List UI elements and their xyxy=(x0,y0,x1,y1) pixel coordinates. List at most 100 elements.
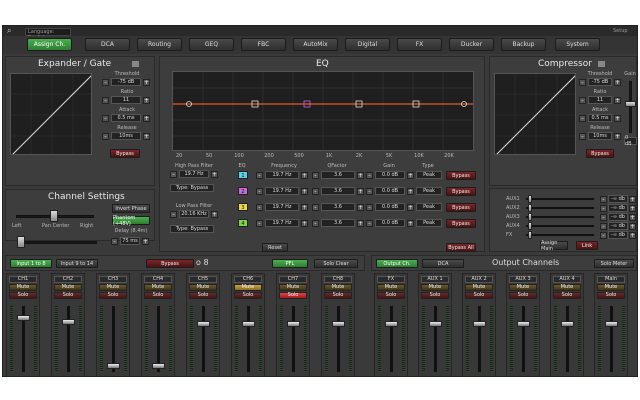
eq-band-gain-plus[interactable]: + xyxy=(407,172,414,179)
eq-band-freq-plus[interactable]: + xyxy=(301,220,308,227)
channel-mute-button[interactable]: Mute xyxy=(234,284,262,291)
delay-slider-thumb[interactable] xyxy=(17,236,25,248)
eq-band-q-plus[interactable]: + xyxy=(357,204,364,211)
nav-ducker-button[interactable]: Ducker xyxy=(449,38,494,51)
aux-send-plus[interactable]: + xyxy=(629,205,636,212)
nav-fx-button[interactable]: FX xyxy=(397,38,442,51)
eq-band-freq-minus[interactable]: - xyxy=(256,204,263,211)
channel-fader-track[interactable] xyxy=(337,306,340,372)
channel-fader-track[interactable] xyxy=(390,306,393,372)
eq-band-q-minus[interactable]: - xyxy=(312,204,319,211)
solo-clear-button[interactable]: Solo Clear xyxy=(314,259,358,268)
channel-fader-thumb[interactable] xyxy=(332,321,345,327)
channel-solo-button[interactable]: Solo xyxy=(553,292,581,299)
eq-band-gain-plus[interactable]: + xyxy=(407,220,414,227)
channel-fader-thumb[interactable] xyxy=(152,363,165,369)
eq-band-gain-field[interactable]: 0.0 dB xyxy=(375,219,405,227)
nav-dca-button[interactable]: DCA xyxy=(85,38,130,51)
channel-name-label[interactable]: AUX 2 xyxy=(465,276,493,283)
phantom-power-button[interactable]: Phantom (+48V) xyxy=(112,215,150,227)
nav-digital-button[interactable]: Digital xyxy=(345,38,390,51)
aux-send-minus[interactable]: - xyxy=(600,214,607,221)
aux-send-minus[interactable]: - xyxy=(600,223,607,230)
eq-band-freq-field[interactable]: 19.7 Hz xyxy=(265,187,299,195)
aux-send-slider-thumb[interactable] xyxy=(528,222,532,230)
exp-threshold-field[interactable]: -75 dB xyxy=(111,78,141,86)
exp-bypass-button[interactable]: Bypass xyxy=(110,149,140,158)
channel-mute-button[interactable]: Mute xyxy=(597,284,625,291)
aux-send-field[interactable]: -∞ db xyxy=(608,231,628,239)
lpf-type-select[interactable]: Type: Bypass xyxy=(170,225,214,233)
channel-solo-button[interactable]: Solo xyxy=(99,292,127,299)
link-button[interactable]: Link xyxy=(576,241,598,250)
comp-gain-slider-thumb[interactable] xyxy=(625,101,636,107)
channel-fader-thumb[interactable] xyxy=(62,319,75,326)
channel-solo-button[interactable]: Solo xyxy=(597,292,625,299)
channel-mute-button[interactable]: Mute xyxy=(324,284,352,291)
channel-name-label[interactable]: CH1 xyxy=(9,276,37,283)
invert-phase-button[interactable]: Invert Phase xyxy=(112,204,150,213)
exp-attack-field[interactable]: 0.5 ms xyxy=(111,114,141,122)
channel-solo-button[interactable]: Solo xyxy=(189,292,217,299)
channel-fader-track[interactable] xyxy=(522,306,525,372)
eq-band-freq-minus[interactable]: - xyxy=(256,188,263,195)
comp-release-plus[interactable]: + xyxy=(614,133,621,140)
tab-dca[interactable]: DCA xyxy=(422,259,464,268)
eq-band-freq-field[interactable]: 19.7 Hz xyxy=(265,203,299,211)
delay-plus[interactable]: + xyxy=(142,238,149,245)
comp-gain-field[interactable]: 0 dB xyxy=(624,135,637,147)
setup-label[interactable]: Setup xyxy=(613,28,628,36)
aux-send-field[interactable]: -∞ db xyxy=(608,195,628,203)
nav-geq-button[interactable]: GEQ xyxy=(189,38,234,51)
comp-ratio-field[interactable]: 11 xyxy=(588,96,612,104)
channel-fader-track[interactable] xyxy=(434,306,437,372)
aux-send-field[interactable]: -∞ db xyxy=(608,213,628,221)
comp-ratio-plus[interactable]: + xyxy=(614,97,621,104)
channel-fader-track[interactable] xyxy=(610,306,613,372)
channel-fader-thumb[interactable] xyxy=(605,321,618,327)
exp-ratio-plus[interactable]: + xyxy=(143,97,150,104)
pan-slider-thumb[interactable] xyxy=(50,210,58,222)
channel-fader-track[interactable] xyxy=(478,306,481,372)
channel-name-label[interactable]: CH3 xyxy=(99,276,127,283)
channel-mute-button[interactable]: Mute xyxy=(9,284,37,291)
comp-bypass-button[interactable]: Bypass xyxy=(586,149,614,158)
channel-solo-button[interactable]: Solo xyxy=(324,292,352,299)
eq-band-freq-minus[interactable]: - xyxy=(256,220,263,227)
lpf-minus[interactable]: - xyxy=(170,211,177,218)
expander-enable-checkbox[interactable] xyxy=(132,61,139,67)
nav-fbc-button[interactable]: FBC xyxy=(241,38,286,51)
assign-main-button[interactable]: Assign Main xyxy=(540,240,568,252)
nav-routing-button[interactable]: Routing xyxy=(137,38,182,51)
channel-mute-button[interactable]: Mute xyxy=(279,284,307,291)
channel-solo-button[interactable]: Solo xyxy=(509,292,537,299)
eq-band-bypass-button[interactable]: Bypass xyxy=(446,171,476,180)
channel-mute-button[interactable]: Mute xyxy=(99,284,127,291)
input-bypass-button[interactable]: Bypass xyxy=(146,259,194,268)
channel-mute-button[interactable]: Mute xyxy=(465,284,493,291)
delay-minus[interactable]: - xyxy=(111,238,118,245)
exp-release-field[interactable]: 10ms xyxy=(111,132,141,140)
aux-send-slider-track[interactable] xyxy=(526,234,594,236)
channel-solo-button[interactable]: Solo xyxy=(144,292,172,299)
eq-band-freq-field[interactable]: 19.7 Hz xyxy=(265,171,299,179)
eq-band-freq-plus[interactable]: + xyxy=(301,172,308,179)
eq-band-number[interactable]: 2 xyxy=(238,187,248,195)
comp-threshold-plus[interactable]: + xyxy=(614,79,621,86)
eq-band-q-field[interactable]: 3.6 xyxy=(321,219,355,227)
exp-release-minus[interactable]: - xyxy=(102,133,109,140)
channel-fader-thumb[interactable] xyxy=(517,321,530,327)
channel-mute-button[interactable]: Mute xyxy=(553,284,581,291)
channel-fader-thumb[interactable] xyxy=(385,321,398,327)
exp-attack-plus[interactable]: + xyxy=(143,115,150,122)
comp-gain-slider-track[interactable] xyxy=(629,81,632,133)
tab-output-ch[interactable]: Output Ch. xyxy=(376,259,418,268)
channel-name-label[interactable]: AUX 3 xyxy=(509,276,537,283)
eq-band-type-select[interactable]: Peak xyxy=(416,203,442,211)
exp-ratio-minus[interactable]: - xyxy=(102,97,109,104)
eq-band-freq-plus[interactable]: + xyxy=(301,188,308,195)
channel-solo-button[interactable]: Solo xyxy=(421,292,449,299)
channel-fader-thumb[interactable] xyxy=(107,363,120,369)
comp-attack-field[interactable]: 0.5 ms xyxy=(588,114,612,122)
lpf-plus[interactable]: + xyxy=(211,211,218,218)
